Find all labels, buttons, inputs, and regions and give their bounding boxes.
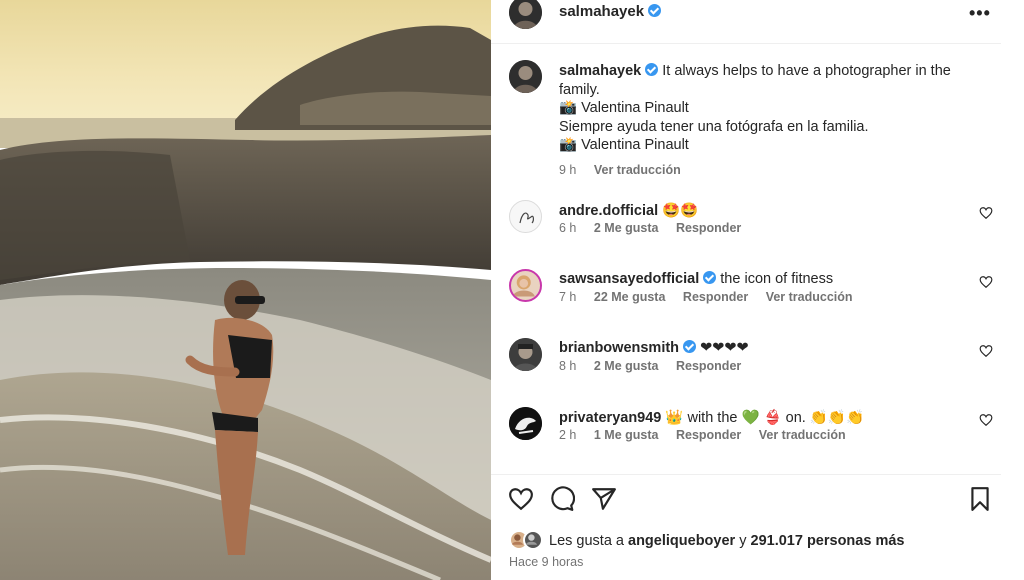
post-time-ago: Hace 9 horas	[509, 555, 584, 569]
comment-time: 2 h	[559, 428, 577, 442]
comment-translate-button[interactable]: Ver traducción	[759, 428, 846, 442]
likes-conjunction: y	[739, 533, 747, 549]
caption-credit-es: 📸 Valentina Pinault	[559, 137, 689, 153]
likes-prefix: Les gusta a	[549, 533, 624, 549]
caption-translate-button[interactable]: Ver traducción	[594, 163, 681, 177]
section-divider	[491, 474, 1001, 475]
commenter-username[interactable]: andre.dofficial	[559, 203, 658, 219]
author-username[interactable]: salmahayek	[559, 3, 662, 20]
comment-likes[interactable]: 1 Me gusta	[594, 428, 659, 442]
likes-summary: Les gusta a angeliqueboyer y 291.017 per…	[509, 530, 999, 552]
beach-photo-image	[0, 0, 491, 580]
comment-time: 7 h	[559, 290, 577, 304]
comment-text: ❤❤❤❤	[700, 340, 749, 356]
author-username-text[interactable]: salmahayek	[559, 3, 644, 20]
heart-icon[interactable]	[979, 413, 993, 427]
reply-button[interactable]: Responder	[676, 221, 741, 235]
likes-count[interactable]: 291.017 personas más	[751, 533, 905, 549]
commenter-avatar[interactable]	[509, 200, 542, 233]
comment-likes[interactable]: 2 Me gusta	[594, 221, 659, 235]
comment-item: brianbowensmith ❤❤❤❤ 8 h 2 Me gusta Resp…	[509, 338, 999, 388]
commenter-username[interactable]: brianbowensmith	[559, 340, 679, 356]
caption-avatar[interactable]	[509, 60, 542, 93]
verified-badge-icon	[645, 63, 659, 76]
comment-text: the icon of fitness	[720, 271, 834, 287]
comment-likes[interactable]: 22 Me gusta	[594, 290, 666, 304]
post-photo[interactable]	[0, 0, 491, 580]
post-header: salmahayek •••	[491, 0, 1001, 44]
reply-button[interactable]: Responder	[676, 359, 741, 373]
verified-badge-icon	[703, 271, 717, 284]
commenter-username[interactable]: sawsansayedofficial	[559, 271, 699, 287]
comment-icon[interactable]	[549, 486, 575, 512]
caption-text-es: Siempre ayuda tener una fotógrafa en la …	[559, 118, 869, 135]
liker-avatar[interactable]	[523, 530, 543, 550]
commenter-avatar[interactable]	[509, 269, 542, 302]
comment-item: privateryan949 👑 with the 💚 👙 on. 👏👏👏 2 …	[509, 407, 999, 457]
caption-meta: 9 h Ver traducción	[559, 161, 989, 180]
caption-username[interactable]: salmahayek	[559, 63, 641, 79]
comment-item: andre.dofficial 🤩🤩 6 h 2 Me gusta Respon…	[509, 200, 999, 250]
commenter-avatar[interactable]	[509, 338, 542, 371]
verified-badge-icon	[683, 340, 697, 353]
commenter-username[interactable]: privateryan949	[559, 410, 661, 426]
heart-icon[interactable]	[979, 344, 993, 358]
post-details-panel: salmahayek ••• salmahayek It always help…	[491, 0, 1024, 580]
comment-time: 8 h	[559, 359, 577, 373]
reply-button[interactable]: Responder	[676, 428, 741, 442]
more-options-button[interactable]: •••	[969, 3, 991, 24]
comment-time: 6 h	[559, 221, 577, 235]
heart-icon[interactable]	[979, 206, 993, 220]
comment-item: sawsansayedofficial the icon of fitness …	[509, 269, 999, 319]
bookmark-icon[interactable]	[967, 486, 993, 512]
caption-time: 9 h	[559, 162, 577, 177]
like-heart-icon[interactable]	[508, 486, 534, 512]
post-action-bar	[491, 486, 1001, 516]
verified-badge-icon	[648, 4, 662, 17]
liker-username[interactable]: angeliqueboyer	[628, 533, 735, 549]
caption-credit: 📸 Valentina Pinault	[559, 100, 689, 116]
author-avatar[interactable]	[509, 0, 542, 29]
reply-button[interactable]: Responder	[683, 290, 748, 304]
commenter-avatar[interactable]	[509, 407, 542, 440]
comment-likes[interactable]: 2 Me gusta	[594, 359, 659, 373]
comment-text: 🤩🤩	[662, 203, 699, 219]
comment-text: 👑 with the 💚 👙 on. 👏👏👏	[665, 410, 865, 426]
heart-icon[interactable]	[979, 275, 993, 289]
comment-translate-button[interactable]: Ver traducción	[766, 290, 853, 304]
share-icon[interactable]	[591, 486, 617, 512]
